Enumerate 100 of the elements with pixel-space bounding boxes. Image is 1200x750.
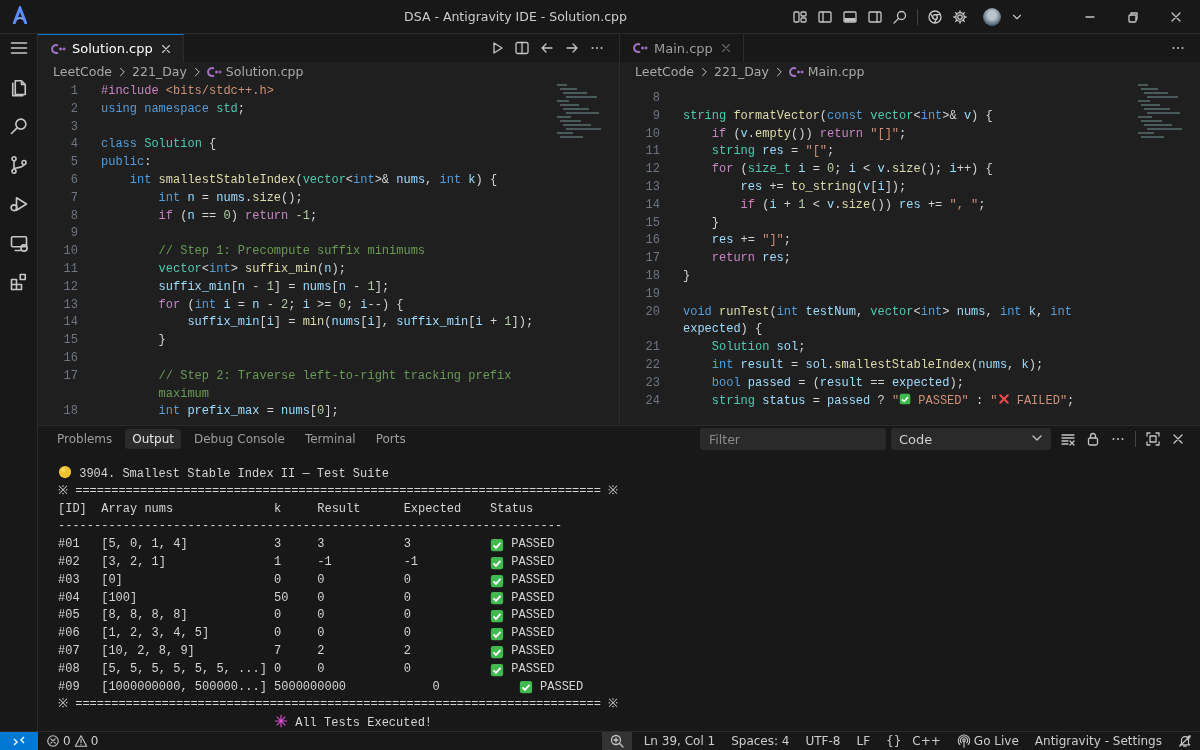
column-header: Result xyxy=(317,500,362,518)
breadcrumb[interactable]: Main.cpp xyxy=(806,64,866,79)
cross-mark-icon xyxy=(997,392,1010,405)
search-icon[interactable] xyxy=(8,116,29,136)
code-line: void runTest(int testNum, vector<int> nums, int k, int expected) { xyxy=(683,303,1073,339)
code-line: string res = "["; xyxy=(710,143,836,161)
broadcast-icon xyxy=(956,734,971,748)
panel-tab[interactable]: Terminal xyxy=(297,429,363,449)
status-item[interactable]: Spaces: 4 xyxy=(723,734,798,748)
output-cell-text: 0 xyxy=(274,571,283,589)
output-cell-text: PASSED xyxy=(511,642,555,660)
output-cell-text: 0 xyxy=(403,607,412,625)
line-number: 10 xyxy=(644,125,661,143)
notifications-icon[interactable] xyxy=(1178,734,1192,748)
column-header: Expected xyxy=(403,500,463,518)
code-line: using namespace std; xyxy=(101,100,247,118)
code-line: string status = passed ? " PASSED" : " FAILED"; xyxy=(710,392,1076,410)
line-number: 15 xyxy=(644,214,661,232)
output-cell-text: [8, 8, 8, 8] xyxy=(101,607,189,625)
output-cell-text: [5, 0, 1, 4] xyxy=(101,536,189,554)
line-number: 16 xyxy=(644,232,661,250)
problems-button[interactable]: 0 0 xyxy=(38,734,107,748)
code-line: } xyxy=(710,214,720,232)
output-cell-text: #07 xyxy=(58,642,81,660)
output-cell-text: 0 xyxy=(274,607,283,625)
status-item[interactable]: LF xyxy=(848,734,879,748)
panel-tab[interactable]: Ports xyxy=(368,429,413,449)
breadcrumb[interactable]: 221_Day xyxy=(131,64,188,79)
line-number: 11 xyxy=(644,143,661,161)
split-editor-icon[interactable] xyxy=(514,40,530,56)
line-number: 14 xyxy=(62,314,79,332)
go-live-button[interactable]: Go Live xyxy=(948,734,1027,748)
code-line: bool passed = (result == expected); xyxy=(710,374,965,392)
code-line: int prefix_max = nums[0]; xyxy=(157,403,340,421)
output-cell-text: 0 xyxy=(432,678,441,696)
line-number: 7 xyxy=(69,189,79,207)
toggle-panel-icon[interactable] xyxy=(842,8,858,25)
output-cell-text: 5000000000 xyxy=(274,678,347,696)
output-cell-text: 0 xyxy=(403,625,412,643)
output-cell-text: 3 xyxy=(274,536,283,554)
line-number: 9 xyxy=(651,107,661,125)
run-debug-icon[interactable] xyxy=(8,194,29,214)
avatar[interactable] xyxy=(983,7,1001,26)
output-cell-text: 50 xyxy=(274,589,290,607)
extensions-icon[interactable] xyxy=(8,272,29,292)
output-text: All Tests Executed! xyxy=(295,716,433,731)
breadcrumb[interactable]: Solution.cpp xyxy=(224,64,305,79)
search-icon[interactable] xyxy=(892,8,908,25)
filter-field[interactable]: Filter xyxy=(700,428,886,450)
output-cell-text: PASSED xyxy=(511,607,555,625)
editor-tab[interactable]: Solution.cpp xyxy=(38,34,184,62)
status-item[interactable]: UTF-8 xyxy=(797,734,849,748)
zoom-button[interactable] xyxy=(601,731,632,750)
browser-icon[interactable] xyxy=(927,8,943,25)
window-title: DSA - Antigravity IDE - Solution.cpp xyxy=(404,9,627,24)
line-number: 17 xyxy=(62,367,79,385)
code-line: for (size_t i = 0; i < v.size(); i++) { xyxy=(710,161,994,179)
output-text: ※ ========================================================================= ※ xyxy=(58,696,620,714)
panel-tab[interactable]: Problems xyxy=(50,429,120,449)
app-logo-icon xyxy=(11,6,29,24)
toggle-secondary-sidebar-icon[interactable] xyxy=(867,8,883,25)
panel-tab[interactable]: Output xyxy=(125,429,181,449)
remote-button[interactable] xyxy=(0,731,38,750)
lock-icon[interactable] xyxy=(1085,431,1101,447)
output-cell: PASSED xyxy=(511,536,555,554)
line-number: 20 xyxy=(644,303,661,321)
code-line: int smallestStableIndex(vector<int>& nums, int k) { xyxy=(128,172,499,189)
line-number: 18 xyxy=(62,403,79,421)
panel-tab[interactable]: Debug Console xyxy=(187,429,292,449)
output-title: 3904. Smallest Stable Index II — Test Suite xyxy=(79,467,389,481)
status-item[interactable]: Antigravity - Settings xyxy=(1026,734,1170,748)
output-cell-text: PASSED xyxy=(511,554,555,571)
output-cell-text: [3, 2, 1] xyxy=(101,554,167,571)
line-number: 4 xyxy=(69,136,79,154)
output-cell-text: -1 xyxy=(317,554,333,571)
line-number: 12 xyxy=(644,161,661,179)
settings-icon[interactable] xyxy=(952,8,968,25)
line-number: 5 xyxy=(69,154,79,172)
output-cell-text: PASSED xyxy=(511,589,555,607)
toggle-sidebar-icon[interactable] xyxy=(817,8,833,25)
line-number: 13 xyxy=(62,296,79,314)
breadcrumb[interactable]: LeetCode xyxy=(52,64,114,79)
channel-dropdown[interactable]: Code xyxy=(891,428,1051,450)
language-button[interactable]: {} C++ xyxy=(878,734,949,748)
column-header: Status xyxy=(490,500,534,518)
code-line: if (n == 0) return -1; xyxy=(157,207,319,225)
breadcrumb[interactable]: LeetCode xyxy=(634,64,696,79)
maximize-panel-icon[interactable] xyxy=(1145,431,1161,447)
status-item[interactable]: Ln 39, Col 1 xyxy=(635,734,724,748)
source-control-icon[interactable] xyxy=(8,155,29,175)
remote-explorer-icon[interactable] xyxy=(8,233,29,253)
customize-layout-icon[interactable] xyxy=(792,8,808,25)
line-number: 14 xyxy=(644,196,661,214)
output-cell-text: 0 xyxy=(403,571,412,589)
output-cell-text: [10, 2, 8, 9] xyxy=(101,642,196,660)
clear-output-icon[interactable] xyxy=(1060,431,1076,447)
output-cell-text: 0 xyxy=(274,625,283,643)
breadcrumb[interactable]: 221_Day xyxy=(713,64,770,79)
cpp-file-icon xyxy=(632,40,648,56)
output-cell-text: -1 xyxy=(403,554,420,571)
